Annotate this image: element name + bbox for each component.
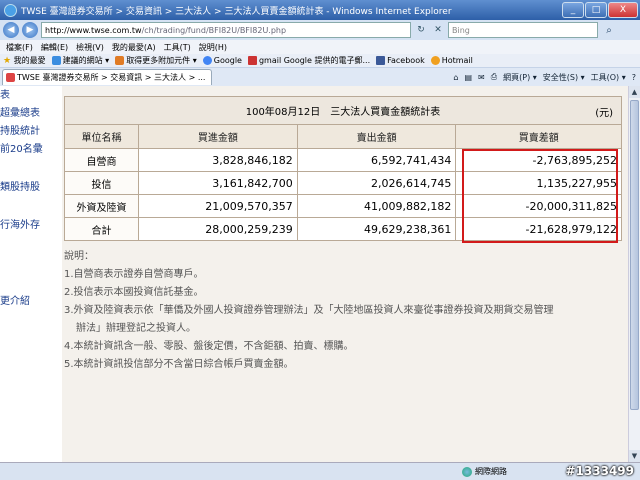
forward-arrow-icon[interactable]: ▶ — [22, 22, 38, 38]
tab-label: TWSE 臺灣證券交易所 > 交易資訊 > 三大法人 > ... — [17, 73, 206, 82]
status-bar: 網際網路 #1333499 — [0, 462, 640, 480]
tools-menu[interactable]: 工具(O) ▾ — [591, 72, 626, 83]
security-zone: 網際網路 — [462, 466, 507, 477]
zone-label: 網際網路 — [475, 467, 507, 476]
leftnav-item[interactable]: 類股持股 — [0, 180, 40, 196]
note-item: 2.投信表示本國投資信託基金。 — [64, 287, 204, 298]
table-caption: 100年08月12日 三大法人買賣金額統計表 — [245, 107, 441, 118]
refresh-icon[interactable]: ↻ — [414, 23, 428, 37]
url-host: http://www.twse.com.tw — [45, 25, 142, 35]
favorite-google[interactable]: Google — [202, 56, 242, 65]
safety-menu[interactable]: 安全性(S) ▾ — [543, 72, 585, 83]
menu-bar: 檔案(F) 編輯(E) 檢視(V) 我的最愛(A) 工具(T) 說明(H) — [0, 40, 640, 54]
vertical-scrollbar[interactable]: ▲ ▼ — [628, 86, 640, 462]
facebook-icon — [376, 56, 386, 65]
favorite-addons[interactable]: 取得更多附加元件 ▾ — [115, 55, 197, 66]
watermark: #1333499 — [565, 464, 634, 478]
url-input[interactable]: http://www.twse.com.tw/ch/trading/fund/B… — [41, 22, 411, 38]
ie-logo-icon — [4, 3, 17, 17]
page-menu[interactable]: 網頁(P) ▾ — [503, 72, 537, 83]
favorite-facebook[interactable]: Facebook — [376, 56, 425, 65]
twse-page-icon — [6, 73, 15, 82]
header-diff: 買賣差額 — [455, 124, 622, 149]
star-icon: ★ — [3, 56, 12, 66]
row-sell: 2,026,614,745 — [296, 171, 457, 195]
minimize-button[interactable]: _ — [562, 2, 584, 18]
table-unit: (元) — [595, 108, 613, 119]
note-item: 3.外資及陸資表示依「華僑及外國人投資證券管理辦法」及「大陸地區投資人來臺從事證… — [64, 305, 554, 316]
row-buy: 3,828,846,182 — [138, 148, 298, 172]
search-input[interactable]: Bing — [448, 22, 598, 38]
menu-view[interactable]: 檢視(V) — [76, 42, 104, 53]
page-content: 表 超彙總表 持股統計 前20名彙 類股持股 行海外存 更介紹 100年08月1… — [0, 86, 628, 462]
favorite-gmail[interactable]: gmail Google 提供的電子郵... — [247, 55, 370, 66]
row-buy: 21,009,570,357 — [138, 194, 298, 218]
note-item: 1.自營商表示證券自營商專戶。 — [64, 269, 204, 280]
tab-twse[interactable]: TWSE 臺灣證券交易所 > 交易資訊 > 三大法人 > ... — [2, 69, 212, 85]
note-item: 4.本統計資訊含一般、零股、盤後定價，不含鉅額、拍賣、標購。 — [64, 341, 354, 352]
row-sell: 6,592,741,434 — [296, 148, 457, 172]
left-nav: 表 超彙總表 持股統計 前20名彙 類股持股 行海外存 更介紹 — [0, 86, 50, 462]
gmail-icon — [247, 56, 257, 65]
header-buy: 買進金額 — [138, 124, 298, 149]
row-name: 自營商 — [64, 148, 139, 172]
row-buy: 3,161,842,700 — [138, 171, 298, 195]
leftnav-item[interactable]: 表 — [0, 88, 10, 104]
main-area: 100年08月12日 三大法人買賣金額統計表 (元) 單位名稱 買進金額 賣出金… — [62, 86, 628, 462]
leftnav-item[interactable]: 持股統計 — [0, 124, 40, 140]
table-caption-cell: 100年08月12日 三大法人買賣金額統計表 (元) — [64, 96, 622, 125]
row-buy: 28,000,259,239 — [138, 217, 298, 241]
maximize-button[interactable]: □ — [585, 2, 607, 18]
search-placeholder: Bing — [452, 25, 470, 35]
hotmail-icon — [430, 56, 440, 65]
window-title: TWSE 臺灣證券交易所 > 交易資訊 > 三大法人 > 三大法人買賣金額統計表… — [21, 6, 452, 17]
menu-tools[interactable]: 工具(T) — [164, 42, 191, 53]
menu-favorites[interactable]: 我的最愛(A) — [112, 42, 156, 53]
note-item: 辦法」辦理登記之投資人。 — [76, 323, 196, 334]
feeds-icon[interactable]: ▤ — [464, 73, 472, 82]
back-arrow-icon[interactable]: ◀ — [3, 22, 19, 38]
notes-heading: 說明： — [64, 251, 94, 262]
menu-help[interactable]: 說明(H) — [199, 42, 227, 53]
search-icon[interactable]: ⌕ — [601, 22, 617, 38]
row-sell: 41,009,882,182 — [296, 194, 457, 218]
row-name: 外資及陸資 — [64, 194, 139, 218]
highlight-box — [462, 149, 618, 243]
favorite-hotmail[interactable]: Hotmail — [430, 56, 473, 65]
close-button[interactable]: X — [608, 2, 638, 18]
scroll-down-icon[interactable]: ▼ — [629, 450, 640, 462]
header-sell: 賣出金額 — [296, 124, 457, 149]
leftnav-item[interactable]: 前20名彙 — [0, 142, 43, 158]
row-name: 投信 — [64, 171, 139, 195]
leftnav-item[interactable]: 更介紹 — [0, 294, 30, 310]
menu-file[interactable]: 檔案(F) — [6, 42, 33, 53]
url-path: /ch/trading/fund/BFI82U/BFI82U.php — [141, 25, 287, 35]
stop-icon[interactable]: ✕ — [431, 23, 445, 37]
note-item: 5.本統計資訊投信部分不含當日綜合帳戶買賣金額。 — [64, 359, 294, 370]
google-icon — [202, 56, 212, 65]
leftnav-item[interactable]: 超彙總表 — [0, 106, 40, 122]
favorite-suggested-sites[interactable]: 建議的網站 ▾ — [51, 55, 109, 66]
print-icon[interactable]: ⎙ — [491, 72, 497, 82]
notes: 說明： 1.自營商表示證券自營商專戶。 2.投信表示本國投資信託基金。 3.外資… — [64, 248, 624, 374]
row-sell: 49,629,238,361 — [296, 217, 457, 241]
ie-page-icon — [51, 56, 61, 65]
window-title-bar: TWSE 臺灣證券交易所 > 交易資訊 > 三大法人 > 三大法人買賣金額統計表… — [0, 0, 640, 20]
globe-icon — [462, 466, 472, 477]
home-icon[interactable]: ⌂ — [453, 73, 458, 82]
mail-icon[interactable]: ✉ — [478, 73, 485, 82]
row-name: 合計 — [64, 217, 139, 241]
menu-edit[interactable]: 編輯(E) — [41, 42, 68, 53]
header-name: 單位名稱 — [64, 124, 139, 149]
scroll-thumb[interactable] — [630, 100, 639, 410]
tab-bar: TWSE 臺灣證券交易所 > 交易資訊 > 三大法人 > ... ⌂ ▤ ✉ ⎙… — [0, 68, 640, 86]
leftnav-item[interactable]: 行海外存 — [0, 218, 40, 234]
scroll-up-icon[interactable]: ▲ — [629, 86, 640, 98]
favorites-bar: ★ 我的最愛 建議的網站 ▾ 取得更多附加元件 ▾ Google gmail G… — [0, 54, 640, 68]
addon-icon — [115, 56, 125, 65]
help-icon[interactable]: ? — [632, 73, 636, 82]
favorites-button[interactable]: ★ 我的最愛 — [3, 55, 46, 66]
address-bar: ◀ ▶ http://www.twse.com.tw/ch/trading/fu… — [0, 20, 640, 40]
